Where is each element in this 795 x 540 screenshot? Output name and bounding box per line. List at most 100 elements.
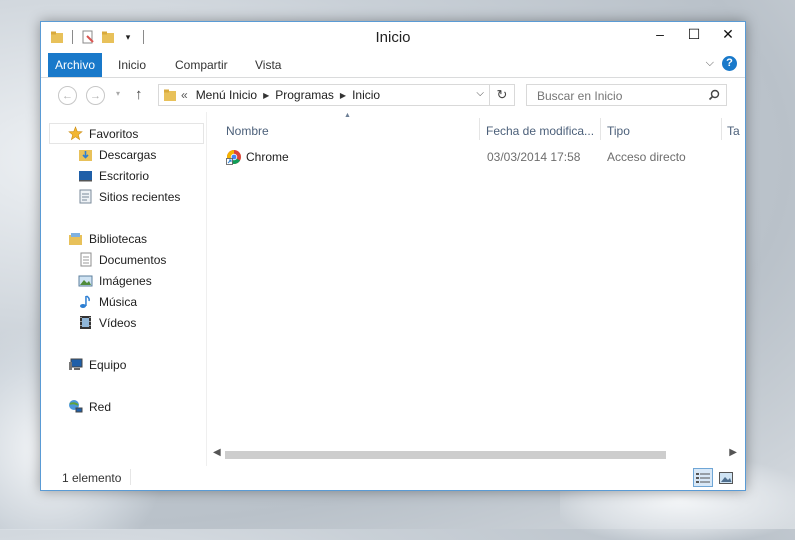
- breadcrumb-arrow-icon[interactable]: ▶: [261, 91, 271, 100]
- nav-red[interactable]: Red: [67, 396, 111, 417]
- minimize-button[interactable]: ‒: [643, 22, 677, 46]
- nav-sitios-recientes[interactable]: Sitios recientes: [77, 186, 180, 207]
- breadcrumb-arrow-icon[interactable]: ▶: [338, 91, 348, 100]
- breadcrumb-programas[interactable]: Programas: [271, 88, 338, 102]
- quick-access-toolbar: ▾: [49, 29, 147, 45]
- item-count: 1 elemento: [62, 471, 122, 485]
- back-button[interactable]: ←: [58, 86, 77, 105]
- nav-label: Sitios recientes: [99, 189, 181, 204]
- search-box[interactable]: [526, 84, 727, 106]
- refresh-icon: ↻: [496, 87, 508, 102]
- recent-locations-dropdown[interactable]: ▾: [116, 89, 120, 98]
- music-icon: [77, 294, 93, 310]
- nav-label: Documentos: [99, 252, 167, 267]
- explorer-window: ▾ Inicio ‒ ☐ ✕ Archivo Inicio Compartir …: [40, 21, 746, 491]
- scroll-right-icon[interactable]: ▶: [729, 447, 737, 458]
- sort-ascending-icon: ▲: [344, 112, 351, 119]
- nav-imagenes[interactable]: Imágenes: [77, 270, 152, 291]
- folder-icon[interactable]: [49, 29, 65, 45]
- scroll-left-icon[interactable]: ◀: [213, 447, 221, 458]
- nav-label: Bibliotecas: [89, 231, 148, 246]
- maximize-button[interactable]: ☐: [677, 22, 711, 46]
- address-bar[interactable]: « Menú Inicio ▶ Programas ▶ Inicio ⌵: [158, 84, 490, 106]
- nav-favoritos[interactable]: Favoritos: [67, 123, 138, 144]
- tab-inicio[interactable]: Inicio: [118, 53, 146, 77]
- tab-compartir[interactable]: Compartir: [175, 53, 228, 77]
- expand-ribbon-icon[interactable]: ⌵: [706, 57, 714, 70]
- title-bar[interactable]: ▾ Inicio ‒ ☐ ✕: [41, 22, 745, 53]
- videos-icon: [77, 315, 93, 331]
- nav-equipo[interactable]: Equipo: [67, 354, 126, 375]
- computer-icon: [67, 357, 83, 373]
- breadcrumb-inicio[interactable]: Inicio: [348, 88, 384, 102]
- status-divider: [130, 469, 131, 485]
- tab-archivo[interactable]: Archivo: [48, 53, 102, 77]
- toolbar-separator: [143, 30, 144, 44]
- column-header-tamano[interactable]: Ta: [727, 120, 740, 142]
- folder-icon: [163, 88, 177, 102]
- nav-label: Imágenes: [99, 273, 152, 288]
- close-button[interactable]: ✕: [711, 22, 745, 46]
- large-icons-view-button[interactable]: [716, 468, 736, 487]
- column-header-tipo[interactable]: Tipo: [607, 120, 630, 142]
- window-controls: ‒ ☐ ✕: [643, 22, 745, 46]
- nav-label: Música: [99, 294, 138, 309]
- details-view-button[interactable]: [693, 468, 713, 487]
- search-icon[interactable]: [708, 89, 720, 104]
- nav-label: Favoritos: [89, 126, 139, 141]
- chrome-shortcut-icon: [226, 149, 246, 165]
- nav-label: Red: [89, 399, 112, 414]
- refresh-button[interactable]: ↻: [490, 84, 515, 106]
- horizontal-scrollbar[interactable]: ◀ ▶: [207, 447, 745, 464]
- column-divider[interactable]: [600, 118, 601, 140]
- properties-icon[interactable]: [80, 29, 96, 45]
- forward-arrow-icon: →: [90, 89, 101, 102]
- nav-label: Escritorio: [99, 168, 150, 183]
- back-arrow-icon: ←: [62, 89, 73, 102]
- nav-musica[interactable]: Música: [77, 291, 137, 312]
- forward-button[interactable]: →: [86, 86, 105, 105]
- large-icons-view-icon: [719, 471, 733, 484]
- ribbon-tabs: Archivo Inicio Compartir Vista ⌵ ?: [41, 53, 745, 78]
- ribbon-right-controls: ⌵ ?: [706, 56, 737, 71]
- file-list: ▲ Nombre Fecha de modifica... Tipo Ta Ch…: [207, 112, 745, 466]
- nav-documentos[interactable]: Documentos: [77, 249, 166, 270]
- column-divider[interactable]: [479, 118, 480, 140]
- help-icon[interactable]: ?: [722, 56, 737, 71]
- address-dropdown-icon[interactable]: ⌵: [476, 88, 484, 99]
- file-modified: 03/03/2014 17:58: [487, 150, 581, 164]
- file-name: Chrome: [246, 150, 289, 164]
- nav-videos[interactable]: Vídeos: [77, 312, 136, 333]
- new-folder-icon[interactable]: [100, 29, 116, 45]
- recent-places-icon: [77, 189, 93, 205]
- up-arrow-icon[interactable]: ↑: [135, 86, 143, 103]
- nav-descargas[interactable]: Descargas: [77, 144, 156, 165]
- column-divider[interactable]: [721, 118, 722, 140]
- status-bar: 1 elemento: [41, 466, 745, 490]
- star-icon: [67, 126, 83, 142]
- navigation-pane: Favoritos Descargas Escritorio Sitios re…: [41, 112, 207, 466]
- pictures-icon: [77, 273, 93, 289]
- nav-label: Equipo: [89, 357, 127, 372]
- nav-bibliotecas[interactable]: Bibliotecas: [67, 228, 147, 249]
- nav-escritorio[interactable]: Escritorio: [77, 165, 149, 186]
- documents-icon: [77, 252, 93, 268]
- column-header-fecha[interactable]: Fecha de modifica...: [486, 120, 594, 142]
- column-header-nombre[interactable]: Nombre: [226, 120, 269, 142]
- file-type: Acceso directo: [607, 150, 686, 164]
- tab-vista[interactable]: Vista: [255, 53, 281, 77]
- toolbar-separator: [72, 30, 73, 44]
- customize-toolbar-icon[interactable]: ▾: [120, 29, 136, 45]
- details-view-icon: [696, 472, 710, 483]
- search-input[interactable]: [535, 86, 709, 106]
- nav-label: Vídeos: [99, 315, 137, 330]
- downloads-folder-icon: [77, 147, 93, 163]
- scrollbar-thumb[interactable]: [225, 451, 666, 459]
- desktop-icon: [77, 168, 93, 184]
- breadcrumb-overflow[interactable]: «: [177, 88, 192, 102]
- file-row-chrome[interactable]: Chrome: [223, 146, 289, 168]
- nav-label: Descargas: [99, 147, 157, 162]
- breadcrumb-menu-inicio[interactable]: Menú Inicio: [192, 88, 261, 102]
- network-icon: [67, 399, 83, 415]
- libraries-icon: [67, 231, 83, 247]
